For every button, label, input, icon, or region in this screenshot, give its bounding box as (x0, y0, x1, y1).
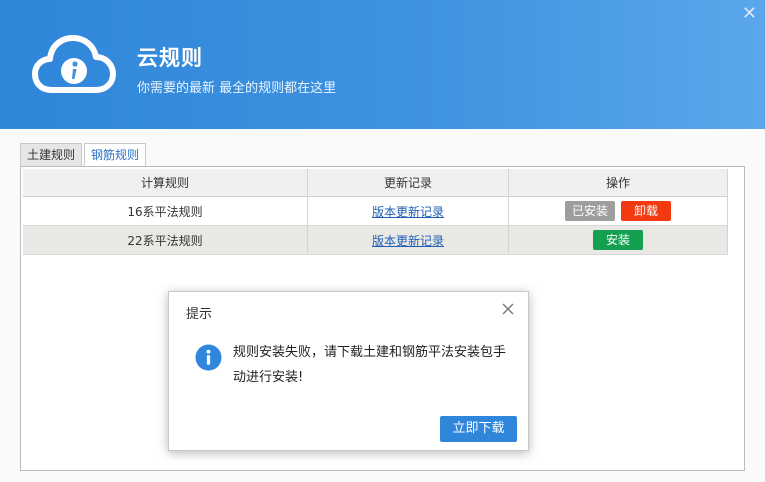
column-header-action: 操作 (509, 169, 728, 196)
app-subtitle: 你需要的最新 最全的规则都在这里 (137, 81, 337, 96)
installed-button[interactable]: 已安装 (564, 201, 615, 221)
rule-tabs: 土建规则 钢筋规则 (20, 143, 148, 168)
cloud-info-icon (32, 35, 116, 93)
table-header: 计算规则 更新记录 操作 (23, 169, 728, 197)
rule-name: 16系平法规则 (23, 197, 308, 225)
install-button[interactable]: 安装 (592, 230, 643, 250)
version-log-link[interactable]: 版本更新记录 (372, 232, 444, 249)
dialog-close-icon[interactable] (500, 301, 516, 317)
rule-actions: 已安装 卸载 (509, 197, 728, 225)
rule-log-cell: 版本更新记录 (308, 226, 509, 254)
window-close-button[interactable]: ✕ (742, 4, 757, 24)
rule-actions: 安装 (509, 226, 728, 254)
table-row: 22系平法规则 版本更新记录 安装 (23, 226, 728, 255)
tab-civil-rules[interactable]: 土建规则 (20, 143, 83, 167)
alert-dialog: 提示 规则安装失败，请下载土建和钢筋平法安装包手动进行安装! 立即下载 (168, 291, 529, 451)
column-header-log: 更新记录 (308, 169, 509, 196)
app-header: 云规则 你需要的最新 最全的规则都在这里 ✕ (0, 0, 765, 129)
download-now-button[interactable]: 立即下载 (440, 416, 517, 442)
uninstall-button[interactable]: 卸载 (621, 201, 672, 221)
dialog-title: 提示 (186, 307, 213, 322)
rule-name: 22系平法规则 (23, 226, 308, 254)
version-log-link[interactable]: 版本更新记录 (372, 203, 444, 220)
dialog-message: 规则安装失败，请下载土建和钢筋平法安装包手动进行安装! (233, 345, 507, 385)
rule-log-cell: 版本更新记录 (308, 197, 509, 225)
table-row: 16系平法规则 版本更新记录 已安装 卸载 (23, 197, 728, 226)
column-header-rule: 计算规则 (23, 169, 308, 196)
info-icon (195, 344, 222, 371)
rules-table: 计算规则 更新记录 操作 16系平法规则 版本更新记录 已安装 卸载 22系平法… (23, 169, 728, 255)
tab-rebar-rules[interactable]: 钢筋规则 (84, 143, 147, 168)
app-title: 云规则 (137, 46, 203, 70)
